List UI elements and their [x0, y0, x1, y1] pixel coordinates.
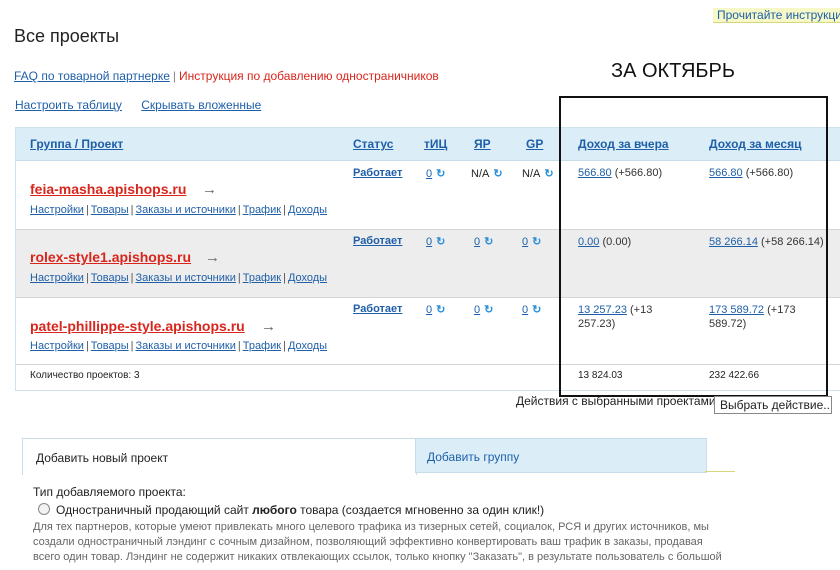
page-title: Все проекты: [14, 26, 120, 46]
tab-add-project[interactable]: Добавить новый проект: [22, 438, 417, 475]
header-status[interactable]: Статус: [353, 137, 393, 151]
orders-sources-link[interactable]: Заказы и источники: [136, 204, 236, 216]
arrow-right-icon[interactable]: →: [205, 249, 220, 266]
project-links: Настройки | Товары | Заказы и источники | Траф…: [30, 272, 328, 284]
one-page-site-option[interactable]: Одностраничный продающий сайт любого тов…: [56, 503, 544, 517]
project-name-link[interactable]: rolex-style1.apishops.ru: [30, 249, 191, 265]
refresh-icon[interactable]: ↻: [532, 304, 541, 316]
header-yar[interactable]: ЯР: [474, 137, 491, 151]
tic-link[interactable]: 0: [426, 236, 432, 248]
read-instructions-link[interactable]: Прочитайте инструкци: [713, 8, 840, 23]
refresh-icon[interactable]: ↻: [493, 168, 502, 180]
status-link[interactable]: Работает: [353, 167, 402, 179]
configure-table-link[interactable]: Настроить таблицу: [15, 98, 122, 112]
project-type-label: Тип добавляемого проекта:: [33, 485, 186, 499]
income-link[interactable]: Доходы: [288, 340, 327, 352]
traffic-link[interactable]: Трафик: [243, 340, 281, 352]
refresh-icon[interactable]: ↻: [436, 236, 445, 248]
refresh-icon[interactable]: ↻: [484, 236, 493, 248]
refresh-icon[interactable]: ↻: [484, 304, 493, 316]
help-links: FAQ по товарной партнерке | Инструкция по …: [14, 69, 439, 83]
option-bold: любого: [252, 503, 297, 517]
bulk-action-select[interactable]: Выбрать действие..: [714, 396, 832, 414]
gp-value: 0 ↻: [522, 235, 541, 248]
tab-add-group[interactable]: Добавить группу: [415, 438, 707, 473]
tic-link[interactable]: 0: [426, 168, 432, 180]
gp-link[interactable]: 0: [522, 236, 528, 248]
project-links: Настройки | Товары | Заказы и источники | Траф…: [30, 204, 328, 216]
income-link[interactable]: Доходы: [288, 204, 327, 216]
tab-add-group-label: Добавить группу: [427, 450, 520, 464]
project-name-link[interactable]: patel-phillippe-style.apishops.ru: [30, 318, 245, 334]
tic-value: 0 ↻: [426, 303, 445, 316]
header-tic[interactable]: тИЦ: [424, 137, 447, 151]
settings-link[interactable]: Настройки: [30, 204, 84, 216]
faq-separator: |: [172, 69, 177, 83]
faq-link[interactable]: FAQ по товарной партнерке: [14, 69, 170, 83]
one-page-site-radio[interactable]: [38, 503, 50, 515]
gp-value: 0 ↻: [522, 303, 541, 316]
tab-add-project-label: Добавить новый проект: [36, 451, 169, 465]
refresh-icon[interactable]: ↻: [436, 168, 445, 180]
highlight-box: [559, 96, 828, 397]
gp-link[interactable]: 0: [522, 304, 528, 316]
yar-value: N/A ↻: [471, 167, 503, 180]
arrow-right-icon[interactable]: →: [261, 318, 276, 335]
arrow-right-icon[interactable]: →: [202, 181, 217, 198]
yar-link[interactable]: 0: [474, 236, 480, 248]
gp-text: N/A: [522, 168, 541, 180]
yar-value: 0 ↻: [474, 235, 493, 248]
traffic-link[interactable]: Трафик: [243, 272, 281, 284]
status-link[interactable]: Работает: [353, 303, 402, 315]
header-group-project[interactable]: Группа / Проект: [30, 137, 123, 151]
option-description: Для тех партнеров, которые умеют привлек…: [33, 521, 722, 563]
yar-value: 0 ↻: [474, 303, 493, 316]
orders-sources-link[interactable]: Заказы и источники: [136, 272, 236, 284]
income-link[interactable]: Доходы: [288, 272, 327, 284]
tab-divider: [705, 471, 735, 472]
status-link[interactable]: Работает: [353, 235, 402, 247]
tic-value: 0 ↻: [426, 235, 445, 248]
products-link[interactable]: Товары: [91, 272, 129, 284]
orders-sources-link[interactable]: Заказы и источники: [136, 340, 236, 352]
hide-nested-link[interactable]: Скрывать вложенные: [141, 98, 261, 112]
products-link[interactable]: Товары: [91, 340, 129, 352]
refresh-icon[interactable]: ↻: [532, 236, 541, 248]
yar-text: N/A: [471, 168, 490, 180]
tic-value: 0 ↻: [426, 167, 445, 180]
refresh-icon[interactable]: ↻: [544, 168, 553, 180]
project-links: Настройки | Товары | Заказы и источники | Траф…: [30, 340, 328, 352]
bulk-actions-label: Действия с выбранными проектами: [516, 394, 716, 408]
header-gp[interactable]: GP: [526, 137, 543, 151]
traffic-link[interactable]: Трафик: [243, 204, 281, 216]
project-name-link[interactable]: feia-masha.apishops.ru: [30, 181, 186, 197]
project-count: Количество проектов: 3: [30, 370, 140, 381]
gp-value: N/A ↻: [522, 167, 554, 180]
refresh-icon[interactable]: ↻: [436, 304, 445, 316]
settings-link[interactable]: Настройки: [30, 272, 84, 284]
option-suffix: товара (создается мгновенно за один клик…: [296, 503, 545, 517]
products-link[interactable]: Товары: [91, 204, 129, 216]
instruction-link[interactable]: Инструкция по добавлению одностраничнико…: [179, 69, 439, 83]
settings-link[interactable]: Настройки: [30, 340, 84, 352]
table-tools: Настроить таблицу Скрывать вложенные: [15, 98, 277, 112]
yar-link[interactable]: 0: [474, 304, 480, 316]
month-annotation: ЗА ОКТЯБРЬ: [611, 60, 735, 82]
option-prefix: Одностраничный продающий сайт: [56, 503, 253, 517]
tic-link[interactable]: 0: [426, 304, 432, 316]
